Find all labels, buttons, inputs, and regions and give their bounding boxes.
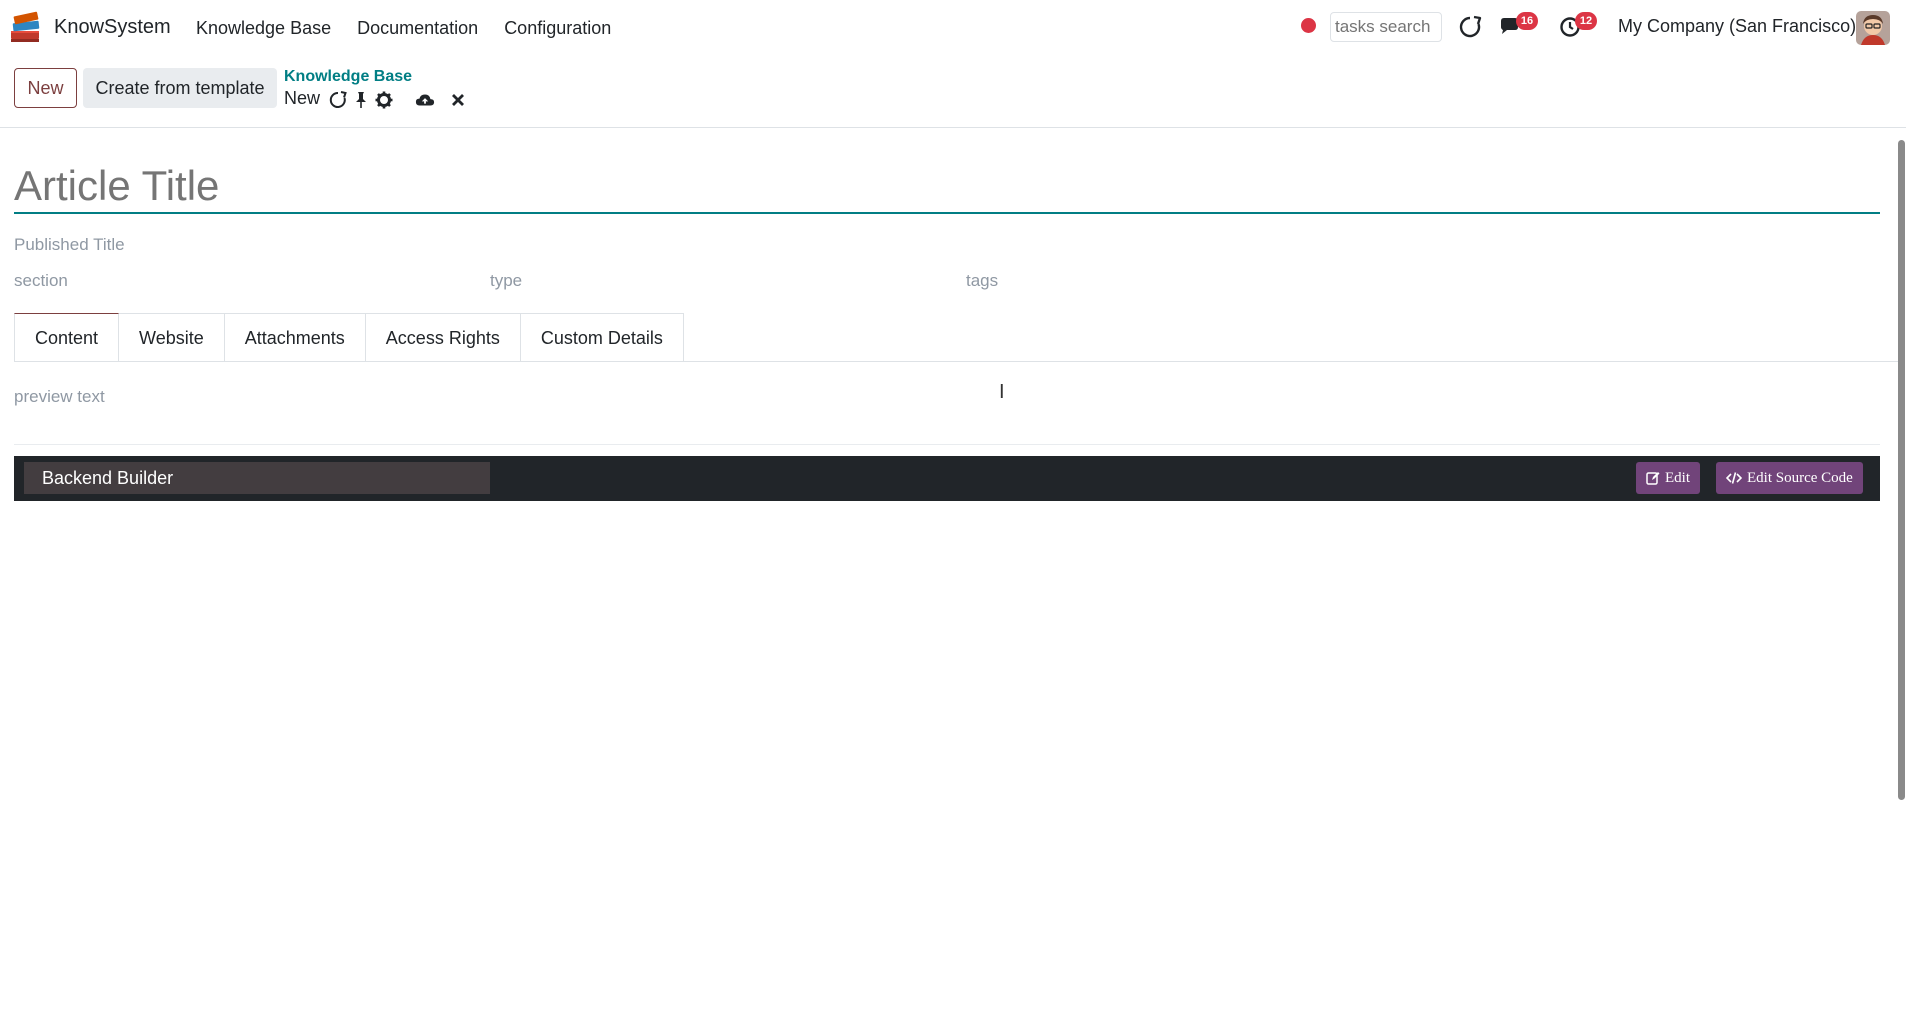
pin-icon[interactable]	[351, 90, 371, 110]
menu-item-configuration[interactable]: Configuration	[504, 18, 611, 39]
backend-builder-selector[interactable]: Backend Builder	[24, 462, 490, 494]
form-tabs: Content Website Attachments Access Right…	[14, 313, 684, 362]
create-from-template-button[interactable]: Create from template	[83, 68, 277, 108]
tasks-search-input[interactable]	[1330, 12, 1442, 42]
edit-source-code-label: Edit Source Code	[1747, 469, 1853, 486]
top-navbar: KnowSystem Knowledge Base Documentation …	[0, 0, 1906, 56]
control-panel: New Create from template Knowledge Base …	[0, 56, 1906, 128]
edit-button-label: Edit	[1665, 469, 1690, 486]
breadcrumb-current: New	[284, 88, 321, 108]
main-menu: Knowledge Base Documentation Configurati…	[196, 0, 637, 56]
books-logo-icon	[11, 11, 40, 42]
menu-item-documentation[interactable]: Documentation	[357, 18, 478, 39]
user-avatar-icon	[1856, 11, 1890, 45]
company-switcher[interactable]: My Company (San Francisco)	[1618, 16, 1856, 37]
messages-badge: 16	[1516, 12, 1538, 30]
tab-content[interactable]: Content	[14, 313, 120, 362]
section-field[interactable]: section	[14, 271, 68, 291]
tab-access-rights[interactable]: Access Rights	[365, 313, 521, 362]
recording-dot-icon[interactable]	[1301, 18, 1316, 33]
user-avatar[interactable]	[1856, 11, 1890, 45]
activities-badge: 12	[1575, 12, 1597, 30]
new-button[interactable]: New	[14, 68, 77, 108]
edit-pencil-icon	[1646, 472, 1660, 485]
app-name: KnowSystem	[54, 15, 171, 38]
app-brand[interactable]: KnowSystem	[8, 9, 171, 45]
published-title-field[interactable]: Published Title	[14, 235, 125, 255]
refresh-icon[interactable]	[1457, 14, 1483, 40]
tabs-divider	[14, 361, 1900, 362]
page-scrollbar[interactable]	[1897, 130, 1906, 1034]
tags-field[interactable]: tags	[966, 271, 998, 291]
edit-source-code-button[interactable]: Edit Source Code	[1716, 462, 1863, 494]
menu-item-knowledge-base[interactable]: Knowledge Base	[196, 18, 331, 39]
scrollbar-thumb[interactable]	[1898, 140, 1905, 800]
gear-icon[interactable]	[374, 90, 394, 110]
breadcrumb-parent-link[interactable]: Knowledge Base	[284, 68, 412, 86]
tab-attachments[interactable]: Attachments	[224, 313, 366, 362]
edit-button[interactable]: Edit	[1636, 462, 1700, 494]
type-field[interactable]: type	[490, 271, 522, 291]
cloud-upload-icon[interactable]	[415, 90, 435, 110]
article-title-input[interactable]	[14, 160, 1880, 214]
refresh-icon[interactable]	[328, 90, 348, 110]
tab-custom-details[interactable]: Custom Details	[520, 313, 684, 362]
preview-divider	[14, 444, 1880, 445]
text-cursor-icon: I	[999, 381, 1005, 403]
discard-close-icon[interactable]	[448, 90, 468, 110]
tab-website[interactable]: Website	[119, 313, 225, 362]
preview-text-field[interactable]: preview text	[14, 387, 105, 407]
code-icon	[1726, 472, 1742, 484]
backend-builder-toolbar: Backend Builder Edit Edit Source Code	[14, 456, 1880, 501]
